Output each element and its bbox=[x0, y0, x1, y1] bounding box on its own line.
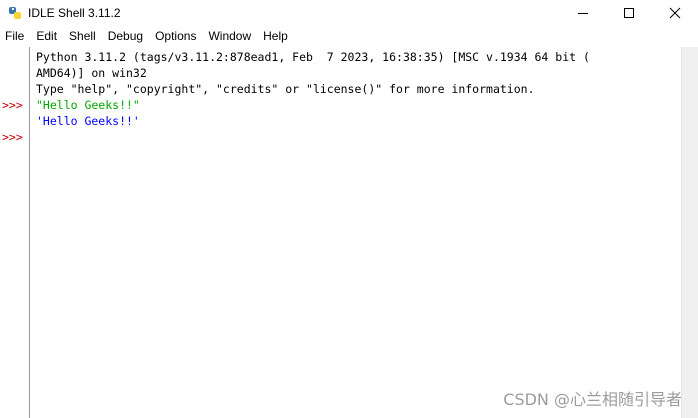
prompt-gutter: >>> >>> bbox=[0, 47, 30, 418]
close-icon bbox=[669, 7, 681, 18]
window-controls bbox=[560, 0, 698, 25]
title-bar: IDLE Shell 3.11.2 bbox=[0, 0, 698, 25]
menu-shell[interactable]: Shell bbox=[63, 25, 102, 47]
banner-line-3: Type "help", "copyright", "credits" or "… bbox=[36, 82, 535, 96]
menu-edit[interactable]: Edit bbox=[30, 25, 63, 47]
menu-window[interactable]: Window bbox=[202, 25, 257, 47]
prompt-2: >>> bbox=[2, 130, 23, 144]
maximize-icon bbox=[624, 7, 634, 18]
python-icon bbox=[8, 6, 22, 20]
watermark: CSDN @心兰相随引导者 bbox=[503, 390, 682, 409]
menu-help[interactable]: Help bbox=[257, 25, 294, 47]
close-button[interactable] bbox=[652, 0, 698, 25]
menu-options[interactable]: Options bbox=[149, 25, 202, 47]
menu-file[interactable]: File bbox=[0, 25, 30, 47]
vertical-scrollbar[interactable] bbox=[681, 47, 698, 418]
minimize-icon bbox=[578, 12, 588, 14]
banner-line-2: AMD64)] on win32 bbox=[36, 66, 147, 80]
banner-line-1: Python 3.11.2 (tags/v3.11.2:878ead1, Feb… bbox=[36, 50, 590, 64]
menu-bar: File Edit Shell Debug Options Window Hel… bbox=[0, 25, 698, 47]
window-title: IDLE Shell 3.11.2 bbox=[28, 5, 121, 20]
maximize-button[interactable] bbox=[606, 0, 652, 25]
minimize-button[interactable] bbox=[560, 0, 606, 25]
output-line: 'Hello Geeks!!' bbox=[36, 114, 140, 128]
menu-debug[interactable]: Debug bbox=[102, 25, 149, 47]
prompt-1: >>> bbox=[2, 98, 23, 112]
input-line: "Hello Geeks!!" bbox=[36, 98, 140, 112]
shell-text-area[interactable]: Python 3.11.2 (tags/v3.11.2:878ead1, Feb… bbox=[31, 47, 681, 418]
shell-editor: >>> >>> Python 3.11.2 (tags/v3.11.2:878e… bbox=[0, 47, 698, 418]
